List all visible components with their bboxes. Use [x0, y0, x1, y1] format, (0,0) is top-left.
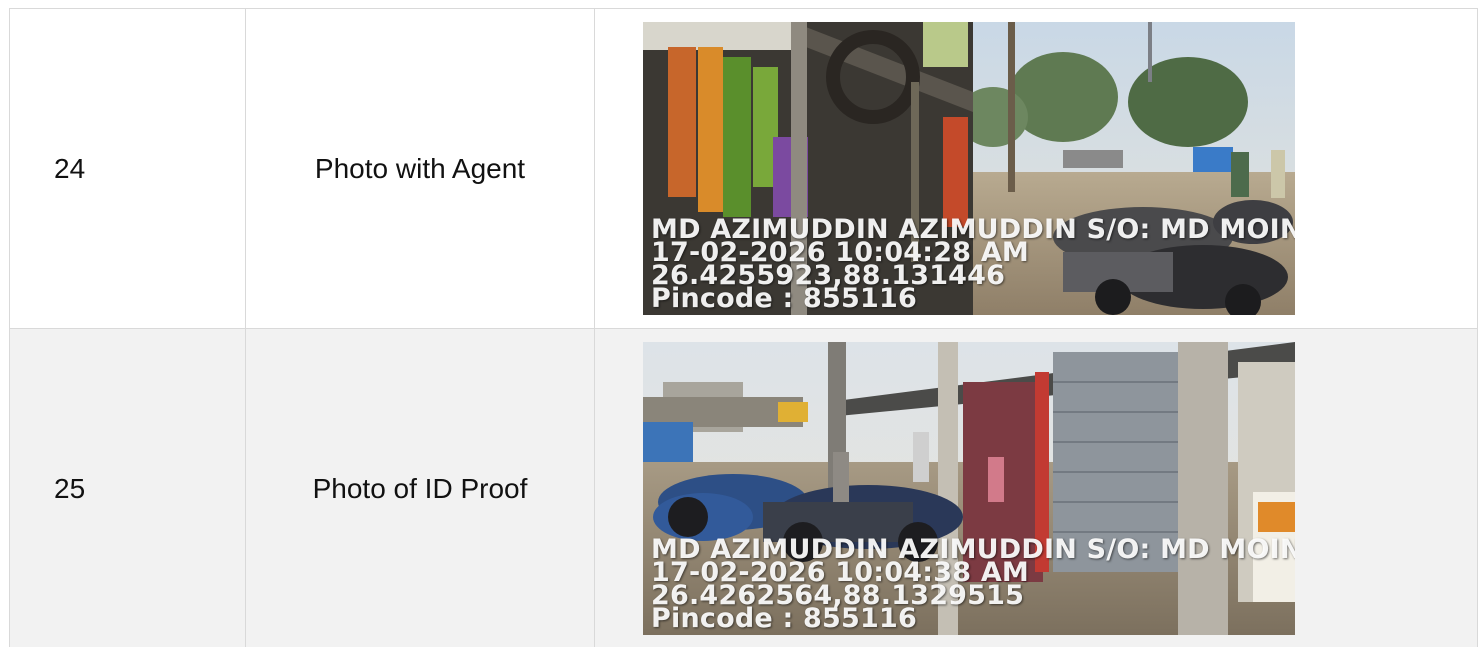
- photo-label: Photo of ID Proof: [245, 328, 595, 647]
- photo-stamp-overlay: MD AZIMUDDIN AZIMUDDIN S/O: MD MOIN 17-0…: [651, 216, 1295, 312]
- photo-cell: MD AZIMUDDIN AZIMUDDIN S/O: MD MOIN 17-0…: [594, 328, 1478, 647]
- table-row: 24 Photo with Agent MD AZIMUDDIN AZIMUDD…: [9, 8, 1478, 329]
- photo-report-table: 24 Photo with Agent MD AZIMUDDIN AZIMUDD…: [9, 8, 1478, 647]
- photo-label: Photo with Agent: [245, 8, 595, 329]
- photo-cell: MD AZIMUDDIN AZIMUDDIN S/O: MD MOIN 17-0…: [594, 8, 1478, 329]
- table-row: 25 Photo of ID Proof MD AZIMUDDIN AZIMUD…: [9, 328, 1478, 647]
- agent-photo[interactable]: MD AZIMUDDIN AZIMUDDIN S/O: MD MOIN 17-0…: [643, 22, 1295, 315]
- photo-stamp-overlay: MD AZIMUDDIN AZIMUDDIN S/O: MD MOIN 17-0…: [651, 536, 1295, 632]
- report-table-wrapper: 24 Photo with Agent MD AZIMUDDIN AZIMUDD…: [0, 0, 1482, 647]
- id-proof-photo[interactable]: MD AZIMUDDIN AZIMUDDIN S/O: MD MOIN 17-0…: [643, 342, 1295, 635]
- serial-number: 25: [9, 328, 246, 647]
- serial-number: 24: [9, 8, 246, 329]
